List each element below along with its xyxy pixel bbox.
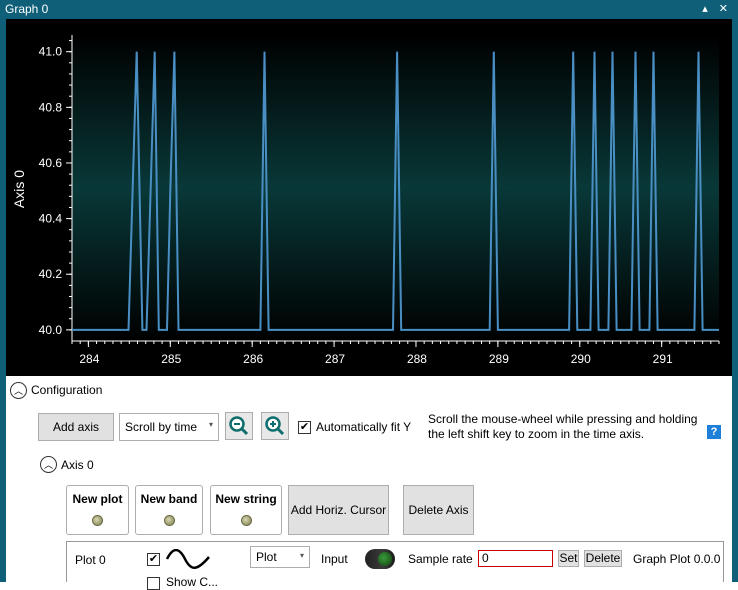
zoom-out-button[interactable] [225,412,253,440]
y-tick-label: 40.8 [39,100,63,114]
plot-name: Plot 0 [75,553,106,567]
axis-label: Axis 0 [61,457,94,472]
collapse-icon[interactable]: ︿ [10,381,27,399]
sine-wave-icon [165,549,210,569]
plot-type-value: Plot [256,550,277,564]
window-titlebar: Graph 0 ▴ ✕ [0,0,738,19]
chevron-down-icon: ▾ [208,420,213,429]
knob-icon [163,515,175,526]
collapse-icon[interactable]: ︿ [40,456,57,473]
connector-led-icon [378,552,392,566]
axis-header[interactable]: ︿ Axis 0 [40,456,94,473]
help-icon[interactable]: ? [707,425,721,439]
show-cursor-label: Show C... [166,575,219,589]
knob-icon [240,515,252,526]
window-title: Graph 0 [5,2,49,16]
zoom-in-icon [265,416,285,436]
new-plot-button[interactable]: New plot [66,485,129,535]
new-band-button[interactable]: New band [135,485,203,535]
zoom-in-button[interactable] [261,412,289,440]
plot-visible-checkbox[interactable]: ✔ [147,553,160,566]
new-string-button[interactable]: New string [210,485,282,535]
zoom-out-icon [229,416,249,436]
x-tick-label: 291 [653,352,673,366]
plot-type-select[interactable]: Plot ▾ [250,546,310,568]
x-tick-label: 290 [571,352,591,366]
configuration-label: Configuration [31,383,103,397]
x-tick-label: 284 [79,352,99,366]
new-band-label: New band [140,492,198,506]
line-chart[interactable]: 40.0 40.2 40.4 40.6 40.8 41.0 284 285 286 287 288 2… [6,19,732,376]
y-tick-label: 40.2 [39,267,63,281]
y-tick-label: 40.6 [39,156,63,170]
add-horiz-cursor-button[interactable]: Add Horiz. Cursor [288,485,389,535]
new-plot-label: New plot [72,492,123,506]
chevron-down-icon: ▾ [299,551,304,560]
window-controls[interactable]: ▴ ✕ [702,0,732,19]
scroll-mode-select[interactable]: Scroll by time ▾ [119,413,219,441]
scroll-mode-value: Scroll by time [125,420,198,434]
delete-axis-button[interactable]: Delete Axis [403,485,474,535]
set-button[interactable]: Set [558,550,579,567]
x-tick-label: 286 [243,352,263,366]
y-axis-label: Axis 0 [11,170,27,208]
knob-icon [92,515,103,526]
x-tick-label: 288 [407,352,427,366]
sample-rate-label: Sample rate [408,552,473,566]
sample-rate-input[interactable]: 0 [478,550,553,567]
x-tick-label: 289 [489,352,509,366]
add-axis-button[interactable]: Add axis [38,413,114,441]
show-cursor-checkbox[interactable] [147,577,160,590]
configuration-header[interactable]: ︿ Configuration [10,381,102,399]
new-string-label: New string [215,492,277,506]
input-label: Input [321,552,348,566]
y-tick-label: 41.0 [39,45,63,59]
plot-caption: Graph Plot 0.0.0 [633,552,721,566]
x-tick-label: 285 [161,352,181,366]
auto-fit-checkbox[interactable]: ✔ [298,421,311,434]
delete-plot-button[interactable]: Delete [584,550,622,567]
zoom-hint-text: Scroll the mouse-wheel while pressing an… [428,412,698,441]
x-tick-label: 287 [325,352,345,366]
chart-panel[interactable]: 40.0 40.2 40.4 40.6 40.8 41.0 284 285 286 287 288 2… [6,19,732,376]
input-connector-icon[interactable] [365,549,395,569]
auto-fit-label: Automatically fit Y [316,420,412,434]
y-tick-label: 40.4 [39,212,63,226]
y-tick-label: 40.0 [39,323,63,337]
